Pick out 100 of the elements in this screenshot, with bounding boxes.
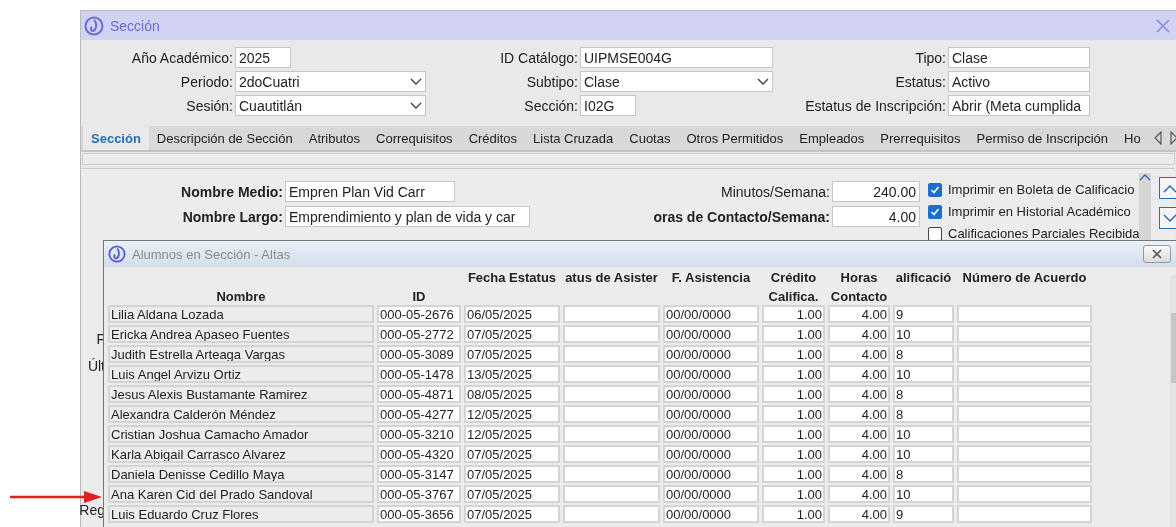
checkbox[interactable] bbox=[928, 226, 942, 241]
text-field[interactable]: UIPMSE004G bbox=[580, 47, 773, 68]
table-cell: 00/00/0000 bbox=[663, 445, 759, 463]
dialog-title: Alumnos en Sección - Altas bbox=[132, 246, 292, 262]
tab[interactable]: Lista Cruzada bbox=[525, 126, 622, 150]
text-field[interactable]: I02G bbox=[580, 95, 636, 116]
column-header: Califica. bbox=[768, 289, 819, 304]
table-cell: 9 bbox=[893, 305, 954, 323]
field-label: Nombre Largo: bbox=[181, 208, 283, 225]
tab[interactable]: Correquisitos bbox=[368, 126, 461, 150]
move-down-button[interactable] bbox=[1159, 207, 1176, 229]
tab[interactable]: Créditos bbox=[460, 126, 526, 150]
table-cell: 4.00 bbox=[828, 345, 890, 363]
table-cell: Jesus Alexis Bustamante Ramirez bbox=[108, 385, 374, 403]
table-cell: 4.00 bbox=[828, 325, 890, 343]
table-cell: 13/05/2025 bbox=[464, 365, 560, 383]
text-field[interactable]: Emprendimiento y plan de vida y car bbox=[285, 206, 530, 227]
table-cell: 4.00 bbox=[828, 305, 890, 323]
text-field[interactable]: Abrir (Meta cumplida bbox=[948, 95, 1090, 116]
tab[interactable]: Otros Permitidos bbox=[678, 126, 792, 150]
tab[interactable]: Atributos bbox=[300, 126, 369, 150]
table-cell: 4.00 bbox=[828, 405, 890, 423]
tab[interactable]: Ho bbox=[1116, 126, 1149, 150]
field-label: Sección: bbox=[523, 97, 578, 114]
table-cell: Alexandra Calderón Méndez bbox=[108, 405, 374, 423]
table-cell: 000-05-4871 bbox=[377, 385, 461, 403]
table-cell: 1.00 bbox=[762, 365, 825, 383]
tab[interactable]: Prerrequisitos bbox=[872, 126, 969, 150]
table-cell: 8 bbox=[893, 385, 954, 403]
table-cell: Judith Estrella Arteaga Vargas bbox=[108, 345, 374, 363]
tab[interactable]: Cuotas bbox=[621, 126, 679, 150]
table-cell: 1.00 bbox=[762, 305, 825, 323]
checkbox-label: Imprimir en Boleta de Calificacio bbox=[948, 182, 1135, 197]
app-logo-icon bbox=[108, 245, 126, 263]
text-field[interactable]: Activo bbox=[948, 71, 1090, 92]
checkbox[interactable] bbox=[928, 204, 942, 219]
chevron-down-icon bbox=[1163, 213, 1176, 223]
app-logo-icon bbox=[84, 15, 104, 36]
table-cell: 00/00/0000 bbox=[663, 305, 759, 323]
dropdown-field[interactable]: 2doCuatri bbox=[235, 71, 426, 92]
table-cell: 10 bbox=[893, 365, 954, 383]
checkbox[interactable] bbox=[928, 182, 942, 197]
tab[interactable]: Permiso de Inscripción bbox=[968, 126, 1117, 150]
table-cell: 000-05-4320 bbox=[377, 445, 461, 463]
tab[interactable]: Descripción de Sección bbox=[148, 126, 301, 150]
dropdown-chevron-icon bbox=[410, 77, 422, 86]
table-cell: 8 bbox=[893, 405, 954, 423]
table-cell: Luis Eduardo Cruz Flores bbox=[108, 505, 374, 523]
table-cell: 00/00/0000 bbox=[663, 405, 759, 423]
table-cell: 000-05-3210 bbox=[377, 425, 461, 443]
column-header: Contacto bbox=[830, 289, 888, 304]
table-cell: 08/05/2025 bbox=[464, 385, 560, 403]
table-cell: Karla Abigail Carrasco Alvarez bbox=[108, 445, 374, 463]
number-field[interactable]: 4.00 bbox=[832, 206, 920, 227]
checkbox-label: Imprimir en Historial Académico bbox=[948, 204, 1131, 219]
table-cell: 07/05/2025 bbox=[464, 465, 560, 483]
tab[interactable]: Sección bbox=[83, 126, 149, 150]
table-cell: Luis Angel Arvizu Ortiz bbox=[108, 365, 374, 383]
table-cell: 10 bbox=[893, 445, 954, 463]
table-cell: 00/00/0000 bbox=[663, 325, 759, 343]
table-cell: 4.00 bbox=[828, 465, 890, 483]
table-cell: 07/05/2025 bbox=[464, 485, 560, 503]
table-cell: 9 bbox=[893, 505, 954, 523]
field-label: Tipo: bbox=[914, 49, 946, 66]
field-label: Estatus de Inscripción: bbox=[804, 97, 946, 114]
table-cell: 00/00/0000 bbox=[663, 485, 759, 503]
table-cell: Cristian Joshua Camacho Amador bbox=[108, 425, 374, 443]
table-cell: 4.00 bbox=[828, 385, 890, 403]
move-up-button[interactable] bbox=[1159, 177, 1176, 199]
field-label: Año Académico: bbox=[130, 49, 233, 66]
table-cell: 10 bbox=[893, 325, 954, 343]
table-cell: 00/00/0000 bbox=[663, 465, 759, 483]
table-cell: Lilia Aldana Lozada bbox=[108, 305, 374, 323]
field-label: ID Catálogo: bbox=[499, 49, 578, 66]
close-button[interactable] bbox=[1143, 245, 1171, 263]
table-cell: 1.00 bbox=[762, 445, 825, 463]
column-header: atus de Asister bbox=[565, 270, 658, 285]
table-cell: 00/00/0000 bbox=[663, 345, 759, 363]
table-cell: 00/00/0000 bbox=[663, 505, 759, 523]
table-cell: 1.00 bbox=[762, 485, 825, 503]
field-label: Subtipo: bbox=[525, 73, 578, 90]
dropdown-field[interactable]: Cuautitlán bbox=[235, 95, 426, 116]
table-cell: 000-05-4277 bbox=[377, 405, 461, 423]
table-cell: 07/05/2025 bbox=[464, 345, 560, 363]
table-cell: 00/00/0000 bbox=[663, 425, 759, 443]
text-field[interactable]: 2025 bbox=[235, 47, 291, 68]
table-cell: Ana Karen Cid del Prado Sandoval bbox=[108, 485, 374, 503]
table-cell: 1.00 bbox=[762, 345, 825, 363]
table-cell: 1.00 bbox=[762, 405, 825, 423]
number-field[interactable]: 240.00 bbox=[832, 181, 920, 202]
table-cell: 1.00 bbox=[762, 465, 825, 483]
tab-scroll-right-icon[interactable] bbox=[1168, 131, 1176, 145]
table-cell: 1.00 bbox=[762, 325, 825, 343]
tab-scroll-left-icon[interactable] bbox=[1152, 131, 1163, 145]
text-field[interactable]: Empren Plan Vid Carr bbox=[285, 181, 455, 202]
column-header: F. Asistencia bbox=[671, 270, 751, 285]
tab[interactable]: Empleados bbox=[791, 126, 873, 150]
dropdown-field[interactable]: Clase bbox=[580, 71, 773, 92]
text-field[interactable]: Clase bbox=[948, 47, 1090, 68]
table-cell: 4.00 bbox=[828, 505, 890, 523]
